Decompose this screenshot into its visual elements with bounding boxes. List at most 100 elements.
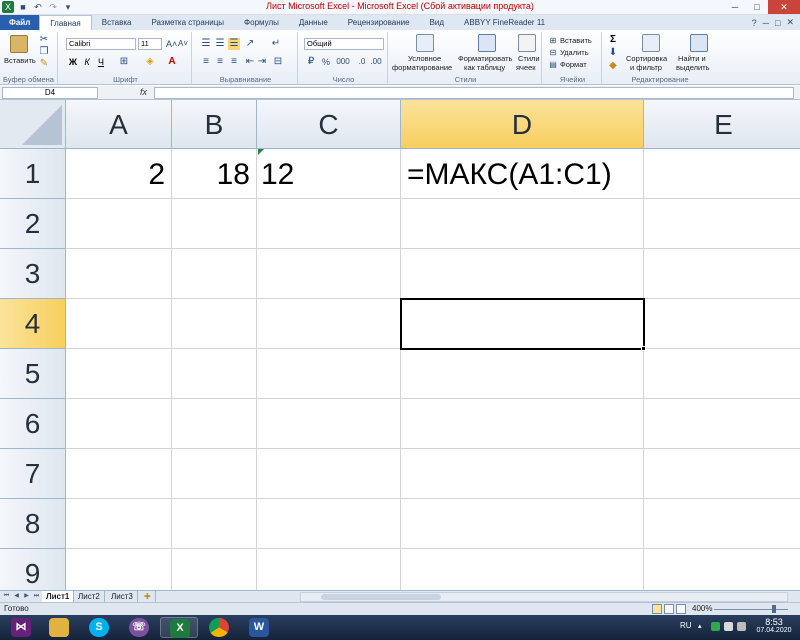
font-name-select[interactable]: Calibri bbox=[66, 38, 136, 50]
find-select-icon[interactable] bbox=[690, 34, 708, 52]
insert-cells-icon[interactable]: ⊞ bbox=[548, 35, 558, 47]
fill-icon[interactable]: ⬇ bbox=[608, 47, 618, 59]
grid-cell[interactable] bbox=[644, 149, 800, 199]
format-cells-icon[interactable]: ▤ bbox=[548, 59, 558, 71]
grid-cell[interactable] bbox=[644, 249, 800, 299]
taskbar-chrome[interactable] bbox=[200, 617, 238, 638]
find-select-button-2[interactable]: выделить bbox=[676, 63, 710, 72]
taskbar-start[interactable]: ⋈ bbox=[2, 617, 40, 638]
grid-cell[interactable] bbox=[172, 399, 257, 449]
increase-indent-icon[interactable]: ⇥ bbox=[256, 56, 268, 68]
conditional-format-button[interactable]: Условное bbox=[408, 54, 441, 63]
sort-filter-icon[interactable] bbox=[642, 34, 660, 52]
grid-cell[interactable] bbox=[257, 549, 401, 590]
first-sheet-icon[interactable]: ⏮ bbox=[2, 592, 11, 601]
grid-cell[interactable] bbox=[257, 299, 401, 349]
prev-sheet-icon[interactable]: ◀ bbox=[12, 592, 21, 601]
zoom-level[interactable]: 400% bbox=[692, 604, 712, 613]
font-color-icon[interactable]: A bbox=[166, 56, 178, 68]
fill-handle[interactable] bbox=[641, 346, 646, 351]
grid-cell[interactable] bbox=[66, 199, 172, 249]
maximize-icon[interactable]: □ bbox=[746, 0, 768, 14]
column-header-e[interactable]: E bbox=[644, 100, 800, 149]
tab-formulas[interactable]: Формулы bbox=[234, 15, 289, 30]
tab-page-layout[interactable]: Разметка страницы bbox=[141, 15, 234, 30]
align-top-icon[interactable]: ☰ bbox=[200, 38, 212, 50]
column-header-c[interactable]: C bbox=[257, 100, 401, 149]
insert-function-button[interactable]: fx bbox=[140, 87, 147, 97]
sheet-tab-2[interactable]: Лист2 bbox=[74, 591, 105, 602]
cell-c1[interactable]: 12 bbox=[257, 149, 401, 199]
fill-color-icon[interactable]: ◈ bbox=[144, 56, 156, 68]
borders-icon[interactable]: ⊞ bbox=[118, 56, 130, 68]
column-header-d[interactable]: D bbox=[401, 100, 644, 149]
grid-cell[interactable] bbox=[172, 349, 257, 399]
grid-cell[interactable] bbox=[401, 449, 644, 499]
tab-insert[interactable]: Вставка bbox=[92, 15, 142, 30]
format-as-table-icon[interactable] bbox=[478, 34, 496, 52]
cell-b1[interactable]: 18 bbox=[172, 149, 257, 199]
font-size-select[interactable]: 11 bbox=[138, 38, 162, 50]
row-header-3[interactable]: 3 bbox=[0, 249, 66, 299]
ribbon-minimize-icon[interactable]: ─ bbox=[763, 18, 769, 28]
sheet-tab-1[interactable]: Лист1 bbox=[42, 591, 75, 602]
format-painter-icon[interactable]: ✎ bbox=[38, 58, 50, 70]
column-header-a[interactable]: A bbox=[66, 100, 172, 149]
ribbon-close-icon[interactable]: ✕ bbox=[786, 17, 794, 28]
thousands-button[interactable]: 000 bbox=[334, 56, 352, 68]
last-sheet-icon[interactable]: ⏭ bbox=[32, 592, 41, 601]
cell-a1[interactable]: 2 bbox=[66, 149, 172, 199]
ribbon-restore-icon[interactable]: □ bbox=[775, 18, 780, 28]
align-bottom-icon[interactable]: ☰ bbox=[228, 38, 240, 50]
clock[interactable]: 8:53 07.04.2020 bbox=[750, 617, 798, 634]
select-all-corner[interactable] bbox=[0, 100, 66, 149]
grid-cell[interactable] bbox=[401, 399, 644, 449]
grid-cell[interactable] bbox=[66, 349, 172, 399]
row-header-6[interactable]: 6 bbox=[0, 399, 66, 449]
zoom-slider-thumb[interactable] bbox=[772, 605, 776, 613]
shrink-font-icon[interactable]: A˅ bbox=[178, 38, 188, 50]
italic-button[interactable]: К bbox=[82, 56, 92, 68]
delete-cells-button[interactable]: Удалить bbox=[560, 48, 589, 57]
name-box[interactable]: D4 bbox=[2, 87, 98, 99]
align-right-icon[interactable]: ≡ bbox=[228, 56, 240, 68]
volume-icon[interactable] bbox=[737, 622, 746, 631]
conditional-format-icon[interactable] bbox=[416, 34, 434, 52]
decrease-decimal-icon[interactable]: .00 bbox=[370, 56, 382, 68]
row-header-7[interactable]: 7 bbox=[0, 449, 66, 499]
cell-styles-icon[interactable] bbox=[518, 34, 536, 52]
taskbar-word[interactable]: W bbox=[240, 617, 278, 638]
number-format-select[interactable]: Общий bbox=[304, 38, 384, 50]
copy-icon[interactable]: ❐ bbox=[38, 46, 50, 58]
grid-cell[interactable] bbox=[401, 199, 644, 249]
clear-icon[interactable]: ◆ bbox=[608, 60, 618, 72]
column-header-b[interactable]: B bbox=[172, 100, 257, 149]
help-icon[interactable]: ? bbox=[752, 18, 757, 28]
grid-cell[interactable] bbox=[644, 349, 800, 399]
cell-styles-button-2[interactable]: ячеек bbox=[516, 63, 536, 72]
align-middle-icon[interactable]: ☰ bbox=[214, 38, 226, 50]
taskbar-skype[interactable]: S bbox=[80, 617, 118, 638]
grid-cell[interactable] bbox=[401, 349, 644, 399]
orientation-icon[interactable]: ↗ bbox=[244, 38, 256, 50]
grid-cell[interactable] bbox=[66, 449, 172, 499]
row-header-8[interactable]: 8 bbox=[0, 499, 66, 549]
horizontal-scroll-thumb[interactable] bbox=[321, 594, 441, 600]
grid-cell[interactable] bbox=[644, 499, 800, 549]
grid-cell[interactable] bbox=[644, 449, 800, 499]
grid-cell[interactable] bbox=[644, 199, 800, 249]
percent-button[interactable]: % bbox=[320, 56, 332, 68]
grid-cell[interactable] bbox=[172, 299, 257, 349]
wrap-text-icon[interactable]: ↵ bbox=[270, 38, 282, 50]
autosum-button[interactable]: Σ bbox=[608, 34, 618, 46]
grid-cell[interactable] bbox=[66, 499, 172, 549]
horizontal-scrollbar[interactable] bbox=[300, 592, 788, 602]
conditional-format-button-2[interactable]: форматирование bbox=[392, 63, 452, 72]
tab-view[interactable]: Вид bbox=[420, 15, 454, 30]
grid-cell[interactable] bbox=[66, 299, 172, 349]
grid-cell[interactable] bbox=[66, 399, 172, 449]
cell-d1[interactable]: =МАКС(A1:C1) bbox=[401, 149, 644, 199]
format-as-table-button[interactable]: Форматировать bbox=[458, 54, 512, 63]
row-header-9[interactable]: 9 bbox=[0, 549, 66, 590]
close-icon[interactable]: ✕ bbox=[768, 0, 800, 14]
